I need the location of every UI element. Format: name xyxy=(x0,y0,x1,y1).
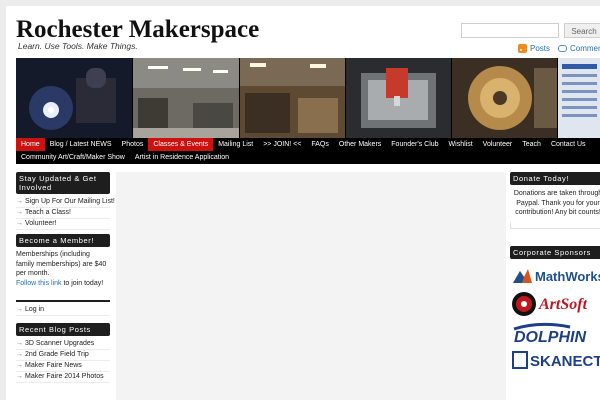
nav-item-row1-7[interactable]: Other Makers xyxy=(334,138,386,151)
join-link-suffix: to join today! xyxy=(61,279,104,287)
meta-list: → Log in xyxy=(16,302,110,316)
banner-photo-workshop xyxy=(240,58,346,138)
widget-title: Donate Today! xyxy=(510,172,600,185)
stay-updated-link-label: Volunteer! xyxy=(25,220,57,227)
comment-bubble-icon xyxy=(558,45,567,52)
stay-updated-link-label: Sign Up For Our Mailing List! xyxy=(25,198,115,205)
arrow-right-icon: → xyxy=(16,209,23,216)
banner-photo-cnc-machine xyxy=(346,58,452,138)
recent-post-link-2[interactable]: → Maker Faire News xyxy=(16,361,110,372)
comments-feed-label: Comments xyxy=(570,44,600,53)
nav-item-row1-6[interactable]: FAQs xyxy=(306,138,334,151)
recent-post-link-label: 3D Scanner Upgrades xyxy=(25,340,95,347)
svg-text:DOLPHIN: DOLPHIN xyxy=(514,329,586,346)
recent-post-link-label: Maker Faire News xyxy=(25,362,82,369)
main-content xyxy=(116,172,506,400)
widget-title: Recent Blog Posts xyxy=(16,323,110,336)
nav-item-row2-1[interactable]: Artist in Residence Application xyxy=(130,151,234,164)
nav-item-row1-9[interactable]: Wishlist xyxy=(444,138,478,151)
nav-item-row1-12[interactable]: Contact Us xyxy=(546,138,591,151)
site-title[interactable]: Rochester Makerspace xyxy=(16,16,259,44)
rss-icon xyxy=(518,44,527,53)
widget-donate: Donate Today! Donations are taken throug… xyxy=(510,172,600,229)
meta-link-0[interactable]: → Log in xyxy=(16,305,110,316)
search-input[interactable] xyxy=(461,23,559,38)
banner-photo-shop-floor xyxy=(133,58,240,138)
sponsor-logo-artsoft[interactable]: ArtSoft xyxy=(510,289,600,319)
meta-link-label: Log in xyxy=(25,306,45,313)
recent-posts-list: → 3D Scanner Upgrades → 2nd Grade Field Tri… xyxy=(16,336,110,383)
nav-row-secondary: Community Art/Craft/Maker Show Artist in … xyxy=(16,151,234,164)
nav-row-primary: Home Blog / Latest NEWS Photos Classes & Ev… xyxy=(16,138,591,151)
nav-item-row1-3[interactable]: Classes & Events xyxy=(148,138,214,151)
widget-stay-updated: Stay Updated & Get Involved → Sign Up For… xyxy=(16,172,115,230)
arrow-right-icon: → xyxy=(16,340,23,347)
stay-updated-list: → Sign Up For Our Mailing List! → Teach a C… xyxy=(16,194,115,230)
nav-item-row1-5[interactable]: >> JOIN! << xyxy=(258,138,306,151)
donate-box-edge xyxy=(510,221,600,229)
widget-become-member: Become a Member! Memberships (including … xyxy=(16,234,110,288)
widget-title: Become a Member! xyxy=(16,234,110,247)
sponsor-logo-dolphin[interactable]: DOLPHIN xyxy=(510,321,600,347)
arrow-right-icon: → xyxy=(16,198,23,205)
widget-title: Stay Updated & Get Involved xyxy=(16,172,110,194)
banner-photo-lathe-chuck xyxy=(452,58,558,138)
arrow-right-icon: → xyxy=(16,351,23,358)
sponsor-logo-mathworks[interactable]: MathWorks xyxy=(510,265,600,287)
svg-text:SKANECT: SKANECT xyxy=(530,353,600,370)
banner-photo-welding xyxy=(16,58,133,138)
posts-feed-link[interactable]: Posts xyxy=(518,44,550,53)
header-banner xyxy=(16,58,600,138)
nav-item-row1-1[interactable]: Blog / Latest NEWS xyxy=(45,138,117,151)
widget-meta: → Log in xyxy=(16,300,110,316)
widget-recent-posts: Recent Blog Posts → 3D Scanner Upgrades → 2… xyxy=(16,323,110,383)
membership-text: Memberships (including family membership… xyxy=(16,251,107,277)
nav-item-row1-11[interactable]: Teach xyxy=(517,138,546,151)
nav-item-row1-10[interactable]: Volunteer xyxy=(478,138,518,151)
comments-feed-link[interactable]: Comments xyxy=(558,44,600,53)
stay-updated-link-0[interactable]: → Sign Up For Our Mailing List! xyxy=(16,197,115,208)
nav-item-row1-0[interactable]: Home xyxy=(16,138,45,151)
svg-text:MathWorks: MathWorks xyxy=(535,269,600,284)
site-tagline: Learn. Use Tools. Make Things. xyxy=(18,41,138,51)
recent-post-link-label: 2nd Grade Field Trip xyxy=(25,351,89,358)
banner-photo-computer-screen xyxy=(558,58,600,138)
main-navigation: Home Blog / Latest NEWS Photos Classes & Ev… xyxy=(16,138,600,164)
svg-text:ArtSoft: ArtSoft xyxy=(538,296,588,313)
join-link[interactable]: Follow this link xyxy=(16,280,62,287)
arrow-right-icon: → xyxy=(16,373,23,380)
recent-post-link-label: Maker Faire 2014 Photos xyxy=(25,373,104,380)
search-button[interactable]: Search xyxy=(564,23,600,38)
membership-info: Memberships (including family membership… xyxy=(16,247,110,288)
posts-feed-label: Posts xyxy=(530,44,551,53)
stay-updated-link-label: Teach a Class! xyxy=(25,209,71,216)
widget-title: Corporate Sponsors xyxy=(510,246,600,259)
nav-item-row1-8[interactable]: Founder's Club xyxy=(386,138,443,151)
recent-post-link-3[interactable]: → Maker Faire 2014 Photos xyxy=(16,372,110,383)
sponsor-logo-skanect[interactable]: SKANECT xyxy=(510,349,600,371)
arrow-right-icon: → xyxy=(16,220,23,227)
nav-item-row1-4[interactable]: Mailing List xyxy=(213,138,258,151)
recent-post-link-1[interactable]: → 2nd Grade Field Trip xyxy=(16,350,110,361)
widget-corporate-sponsors: Corporate Sponsors xyxy=(510,246,600,259)
page: Rochester Makerspace Learn. Use Tools. M… xyxy=(6,6,600,400)
nav-item-row2-0[interactable]: Community Art/Craft/Maker Show xyxy=(16,151,130,164)
nav-item-row1-2[interactable]: Photos xyxy=(117,138,149,151)
recent-post-link-0[interactable]: → 3D Scanner Upgrades xyxy=(16,339,110,350)
stay-updated-link-1[interactable]: → Teach a Class! xyxy=(16,208,110,219)
stay-updated-link-2[interactable]: → Volunteer! xyxy=(16,219,110,230)
donate-text: Donations are taken through Paypal. Than… xyxy=(513,190,600,216)
arrow-right-icon: → xyxy=(16,306,23,313)
arrow-right-icon: → xyxy=(16,362,23,369)
